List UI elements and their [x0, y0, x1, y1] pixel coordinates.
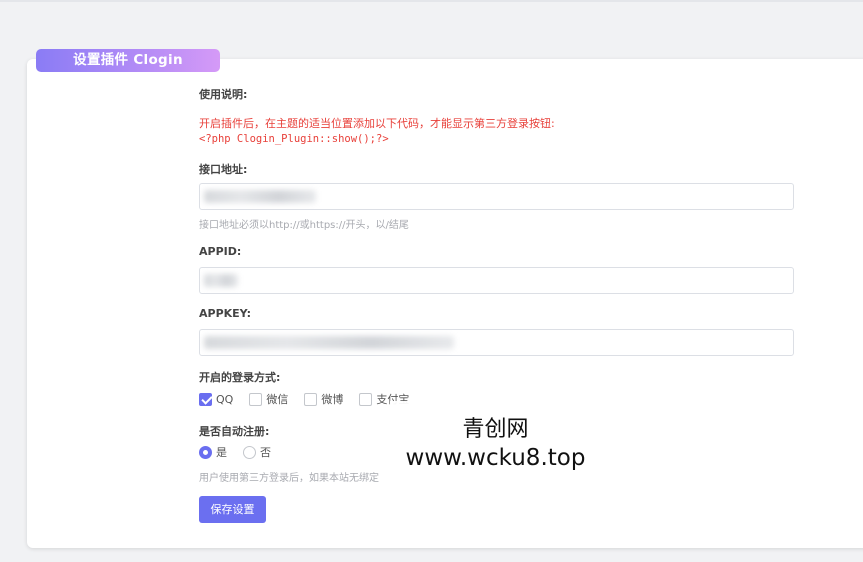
radio-label: 否: [260, 446, 271, 459]
radio-checked-icon[interactable]: [199, 445, 212, 459]
appkey-label: APPKEY:: [199, 307, 252, 320]
checkbox-icon[interactable]: [359, 392, 373, 406]
login-method-qq[interactable]: QQ: [199, 392, 234, 406]
usage-code: <?php Clogin_Plugin::show();?>: [199, 133, 389, 145]
login-method-weibo[interactable]: 微博: [304, 391, 343, 407]
redacted-value: [204, 274, 238, 287]
auto-register-no[interactable]: 否: [243, 444, 271, 460]
login-methods-label: 开启的登录方式:: [199, 371, 281, 384]
appid-label: APPID:: [199, 245, 242, 258]
auto-register-group: 是 否: [199, 444, 287, 460]
checkbox-icon[interactable]: [304, 392, 318, 406]
api-label: 接口地址:: [199, 163, 248, 176]
card-title: 设置插件 Clogin: [36, 49, 220, 72]
redacted-value: [204, 336, 454, 349]
checkbox-icon[interactable]: [249, 392, 263, 406]
login-method-label: 微信: [266, 393, 289, 406]
redacted-value: [204, 190, 316, 203]
usage-label: 使用说明:: [199, 88, 248, 101]
top-border: [0, 0, 863, 2]
radio-label: 是: [216, 446, 227, 459]
appkey-input[interactable]: [199, 329, 794, 356]
watermark-url: www.wcku8.top: [405, 445, 586, 471]
watermark-name: 青创网: [462, 417, 529, 442]
watermark-overlay: 青创网 www.wcku8.top: [390, 401, 601, 485]
login-method-label: QQ: [216, 392, 234, 406]
usage-notice: 开启插件后，在主题的适当位置添加以下代码，才能显示第三方登录按钮:: [199, 117, 555, 130]
login-method-wechat[interactable]: 微信: [249, 391, 288, 407]
api-url-input[interactable]: [199, 183, 794, 210]
appid-input[interactable]: [199, 267, 794, 294]
save-button[interactable]: 保存设置: [199, 496, 266, 523]
auto-register-yes[interactable]: 是: [199, 444, 227, 460]
login-method-label: 微博: [321, 393, 344, 406]
auto-register-hint: 用户使用第三方登录后，如果本站无绑定: [199, 473, 379, 484]
radio-icon[interactable]: [243, 445, 256, 459]
api-hint: 接口地址必须以http://或https://开头，以/结尾: [199, 220, 409, 231]
auto-register-label: 是否自动注册:: [199, 425, 270, 438]
checkbox-checked-icon[interactable]: [199, 392, 212, 406]
